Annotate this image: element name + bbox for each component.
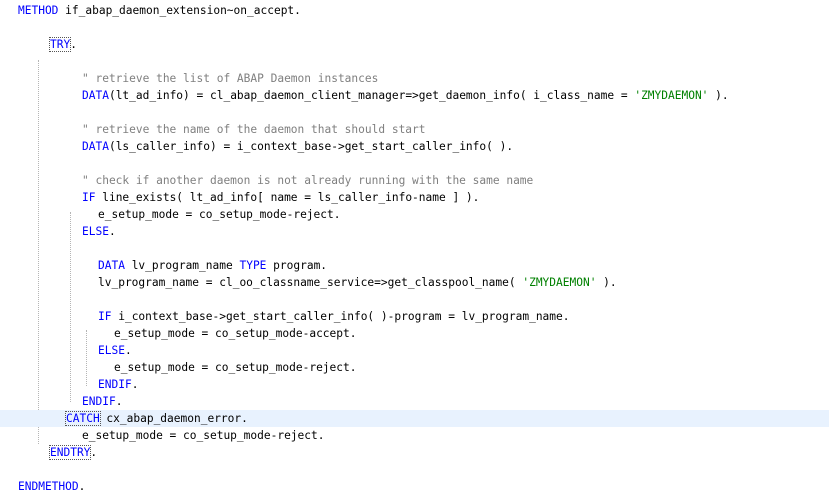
keyword-token: ENDMETHOD — [18, 480, 79, 493]
code-line-content: " retrieve the name of the daemon that s… — [82, 121, 426, 138]
code-token: if_abap_daemon_extension~on_accept. — [58, 4, 301, 17]
code-token: cx_abap_daemon_error. — [99, 412, 248, 425]
keyword-token: DATA — [98, 259, 125, 272]
code-token: . — [115, 395, 123, 408]
code-line-content: DATA lv_program_name TYPE program. — [98, 257, 327, 274]
keyword-token: TYPE — [239, 259, 267, 272]
keyword-token: TRY — [48, 37, 72, 52]
code-line-content: e_setup_mode = co_setup_mode-reject. — [114, 359, 356, 376]
code-token: . — [70, 38, 77, 51]
code-token: lv_program_name = cl_oo_classname_servic… — [98, 276, 523, 289]
string-literal-token: 'ZMYDAEMON' — [522, 276, 597, 289]
code-token: . — [78, 480, 86, 493]
code-token: line_exists( lt_ad_info[ name = ls_calle… — [95, 191, 480, 204]
code-line-content: DATA(lt_ad_info) = cl_abap_daemon_client… — [82, 87, 729, 104]
code-editor[interactable]: METHOD if_abap_daemon_extension~on_accep… — [0, 0, 829, 493]
comment-token: " retrieve the list of ABAP Daemon insta… — [82, 72, 379, 85]
keyword-token: IF — [98, 310, 112, 323]
code-line-content: ELSE. — [82, 223, 116, 240]
code-line-content: ENDIF. — [98, 376, 138, 393]
code-line-content: IF i_context_base->get_start_caller_info… — [98, 308, 570, 325]
code-token: . — [108, 225, 116, 238]
code-line-content: e_setup_mode = co_setup_mode-reject. — [98, 206, 340, 223]
code-line-content: " check if another daemon is not already… — [82, 172, 533, 189]
code-token: e_setup_mode = co_setup_mode-reject. — [114, 361, 357, 374]
keyword-token: ENDTRY — [48, 445, 92, 460]
keyword-token: ELSE — [98, 344, 125, 357]
code-token: e_setup_mode = co_setup_mode-reject. — [98, 208, 341, 221]
code-token: . — [90, 446, 98, 459]
code-line-content: e_setup_mode = co_setup_mode-reject. — [82, 427, 324, 444]
keyword-token: DATA — [82, 140, 109, 153]
code-line-content: " retrieve the list of ABAP Daemon insta… — [82, 70, 378, 87]
inner-if-block-guide — [86, 330, 87, 386]
code-token: e_setup_mode = co_setup_mode-accept. — [114, 327, 357, 340]
code-line-content: IF line_exists( lt_ad_info[ name = ls_ca… — [82, 189, 479, 206]
keyword-token: ELSE — [82, 225, 109, 238]
code-line-content: ENDTRY. — [48, 444, 98, 461]
keyword-token: DATA — [82, 89, 109, 102]
code-line-content: e_setup_mode = co_setup_mode-accept. — [114, 325, 356, 342]
keyword-token: CATCH — [65, 411, 101, 426]
keyword-token: IF — [82, 191, 96, 204]
comment-token: " check if another daemon is not already… — [82, 174, 534, 187]
code-line-content: DATA(ls_caller_info) = i_context_base->g… — [82, 138, 513, 155]
code-line-content: lv_program_name = cl_oo_classname_servic… — [98, 274, 617, 291]
code-line-content: METHOD if_abap_daemon_extension~on_accep… — [18, 2, 301, 19]
comment-token: " retrieve the name of the daemon that s… — [82, 123, 426, 136]
code-token: . — [124, 344, 132, 357]
code-line-content: CATCH cx_abap_daemon_error. — [65, 410, 248, 427]
string-literal-token: 'ZMYDAEMON' — [634, 89, 709, 102]
code-token: (lt_ad_info) = cl_abap_daemon_client_man… — [108, 89, 635, 102]
code-token: ). — [596, 276, 617, 289]
code-token: program. — [266, 259, 328, 272]
keyword-token: ENDIF — [98, 378, 132, 391]
if-block-guide — [70, 212, 71, 402]
code-line-content: ELSE. — [98, 342, 132, 359]
code-line-content: TRY. — [48, 36, 77, 53]
keyword-token: METHOD — [18, 4, 59, 17]
code-line-content: ENDMETHOD. — [18, 478, 85, 495]
try-block-guide — [38, 60, 39, 444]
code-token: ). — [708, 89, 729, 102]
code-token: (ls_caller_info) = i_context_base->get_s… — [108, 140, 514, 153]
code-token: lv_program_name — [124, 259, 240, 272]
code-line-current[interactable]: CATCH cx_abap_daemon_error. — [0, 410, 829, 427]
code-token: e_setup_mode = co_setup_mode-reject. — [82, 429, 325, 442]
code-token: i_context_base->get_start_caller_info( )… — [111, 310, 570, 323]
code-line-content: ENDIF. — [82, 393, 122, 410]
keyword-token: ENDIF — [82, 395, 116, 408]
code-token: . — [131, 378, 139, 391]
